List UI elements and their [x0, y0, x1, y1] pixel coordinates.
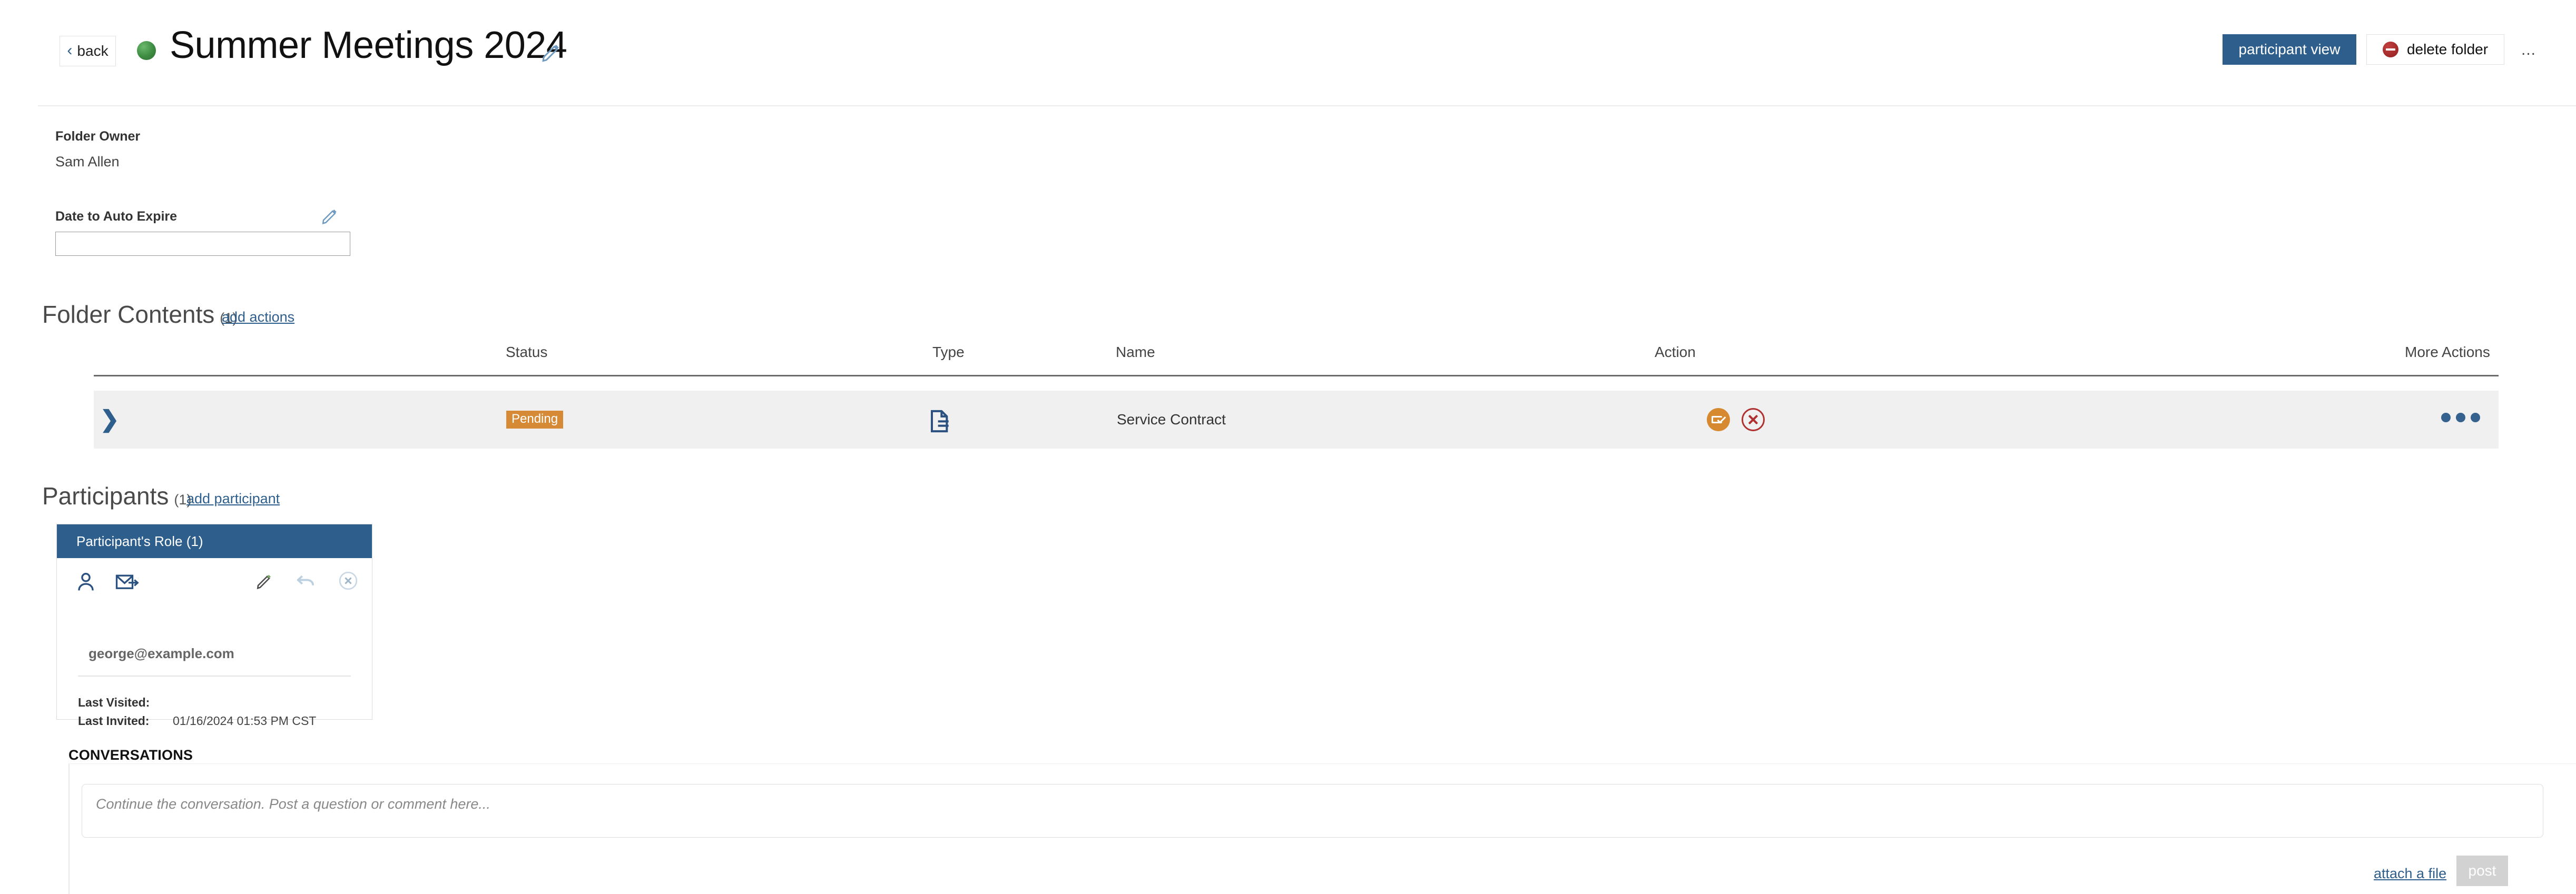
column-header-name: Name — [1116, 344, 1155, 360]
page-title: Summer Meetings 2024 — [170, 24, 567, 66]
participant-card-divider — [78, 676, 351, 677]
folder-owner-label: Folder Owner — [55, 129, 141, 144]
add-actions-link[interactable]: add actions — [222, 309, 294, 325]
participant-card: Participant's Role (1) george@example.co… — [56, 524, 372, 728]
table-top-border — [94, 375, 2499, 376]
edit-title-pencil-icon[interactable] — [540, 41, 562, 63]
header-overflow-menu-button[interactable]: ... — [2521, 39, 2536, 61]
document-icon — [929, 410, 950, 433]
participant-toolbar-right — [255, 571, 358, 593]
auto-expire-label: Date to Auto Expire — [55, 209, 178, 224]
row-action-icons — [1707, 408, 1765, 431]
last-invited-label: Last Invited: — [78, 714, 150, 728]
attach-a-file-link[interactable]: attach a file — [2374, 866, 2446, 882]
post-button[interactable]: post — [2456, 856, 2508, 886]
folder-contents-title-text: Folder Contents — [42, 301, 215, 328]
status-badge: Pending — [506, 411, 564, 429]
participants-title-text: Participants — [42, 482, 169, 510]
chevron-left-icon: ‹ — [67, 42, 73, 59]
remove-circle-icon[interactable] — [338, 571, 358, 593]
back-button-label: back — [77, 43, 109, 59]
column-header-action: Action — [1655, 344, 1696, 360]
last-invited-value: 01/16/2024 01:53 PM CST — [173, 714, 317, 728]
participant-toolbar-left — [76, 572, 139, 595]
ellipsis-dot — [2471, 413, 2480, 422]
decline-icon[interactable] — [1742, 408, 1765, 431]
participant-role-header: Participant's Role (1) — [57, 524, 372, 558]
person-icon[interactable] — [76, 572, 96, 595]
last-visited-label: Last Visited: — [78, 696, 150, 709]
chevron-right-icon[interactable]: ❯ — [94, 391, 125, 449]
delete-folder-label: delete folder — [2406, 41, 2489, 57]
auto-expire-date-input[interactable] — [55, 232, 350, 256]
send-email-icon[interactable] — [115, 573, 139, 594]
column-header-status: Status — [506, 344, 548, 360]
row-name: Service Contract — [1117, 411, 1226, 428]
add-participant-link[interactable]: add participant — [186, 491, 280, 507]
delete-folder-button[interactable]: delete folder — [2366, 34, 2504, 65]
participant-view-button[interactable]: participant view — [2223, 34, 2356, 65]
conversation-input[interactable] — [82, 784, 2543, 838]
folder-status-indicator-icon — [137, 41, 156, 60]
folder-owner-value: Sam Allen — [55, 154, 120, 170]
edit-expire-pencil-icon[interactable] — [320, 206, 339, 225]
column-header-type: Type — [932, 344, 965, 360]
header-divider — [38, 105, 2576, 106]
sign-icon[interactable] — [1707, 408, 1730, 431]
ellipsis-icon[interactable] — [2441, 413, 2480, 422]
ellipsis-dot — [2456, 413, 2465, 422]
ellipsis-dot — [2441, 413, 2451, 422]
folder-contents-heading: Folder Contents (1) — [42, 300, 237, 329]
table-row[interactable]: ❯ Pending Service Contract — [94, 391, 2499, 449]
participant-card-toolbar — [57, 558, 372, 609]
participants-heading: Participants (1) — [42, 482, 191, 510]
undo-icon[interactable] — [296, 572, 316, 592]
participant-email: george@example.com — [89, 645, 234, 661]
back-button[interactable]: ‹ back — [60, 36, 116, 66]
column-header-more-actions: More Actions — [2405, 344, 2490, 360]
table-header-row: Status Type Name Action More Actions — [94, 337, 2499, 375]
conversations-heading: CONVERSATIONS — [68, 747, 193, 763]
folder-contents-table: Status Type Name Action More Actions — [94, 337, 2499, 375]
edit-participant-pencil-icon[interactable] — [255, 571, 274, 593]
deny-icon — [2382, 42, 2398, 57]
page-header: ‹ back Summer Meetings 2024 participant … — [0, 0, 2576, 106]
